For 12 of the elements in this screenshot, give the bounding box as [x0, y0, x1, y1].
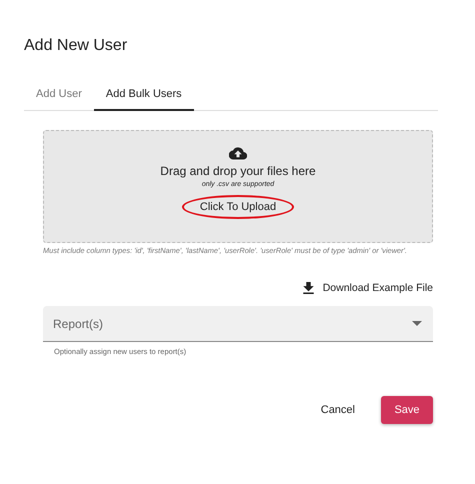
dropdown-caret-icon	[412, 321, 422, 326]
dialog-title: Add New User	[24, 37, 128, 55]
upload-button[interactable]: Click To Upload	[192, 197, 284, 217]
save-button[interactable]: Save	[381, 396, 433, 424]
download-link[interactable]: Download Example File	[302, 282, 433, 294]
tab[interactable]: Add User	[24, 80, 94, 111]
cancel-button[interactable]: Cancel	[308, 396, 367, 424]
reports-select[interactable]: Report(s)	[43, 306, 433, 342]
cloud-upload-icon	[229, 147, 247, 160]
tab[interactable]: Add Bulk Users	[94, 80, 194, 111]
dropzone-heading: Drag and drop your files here	[160, 164, 316, 178]
download-icon	[302, 282, 314, 294]
